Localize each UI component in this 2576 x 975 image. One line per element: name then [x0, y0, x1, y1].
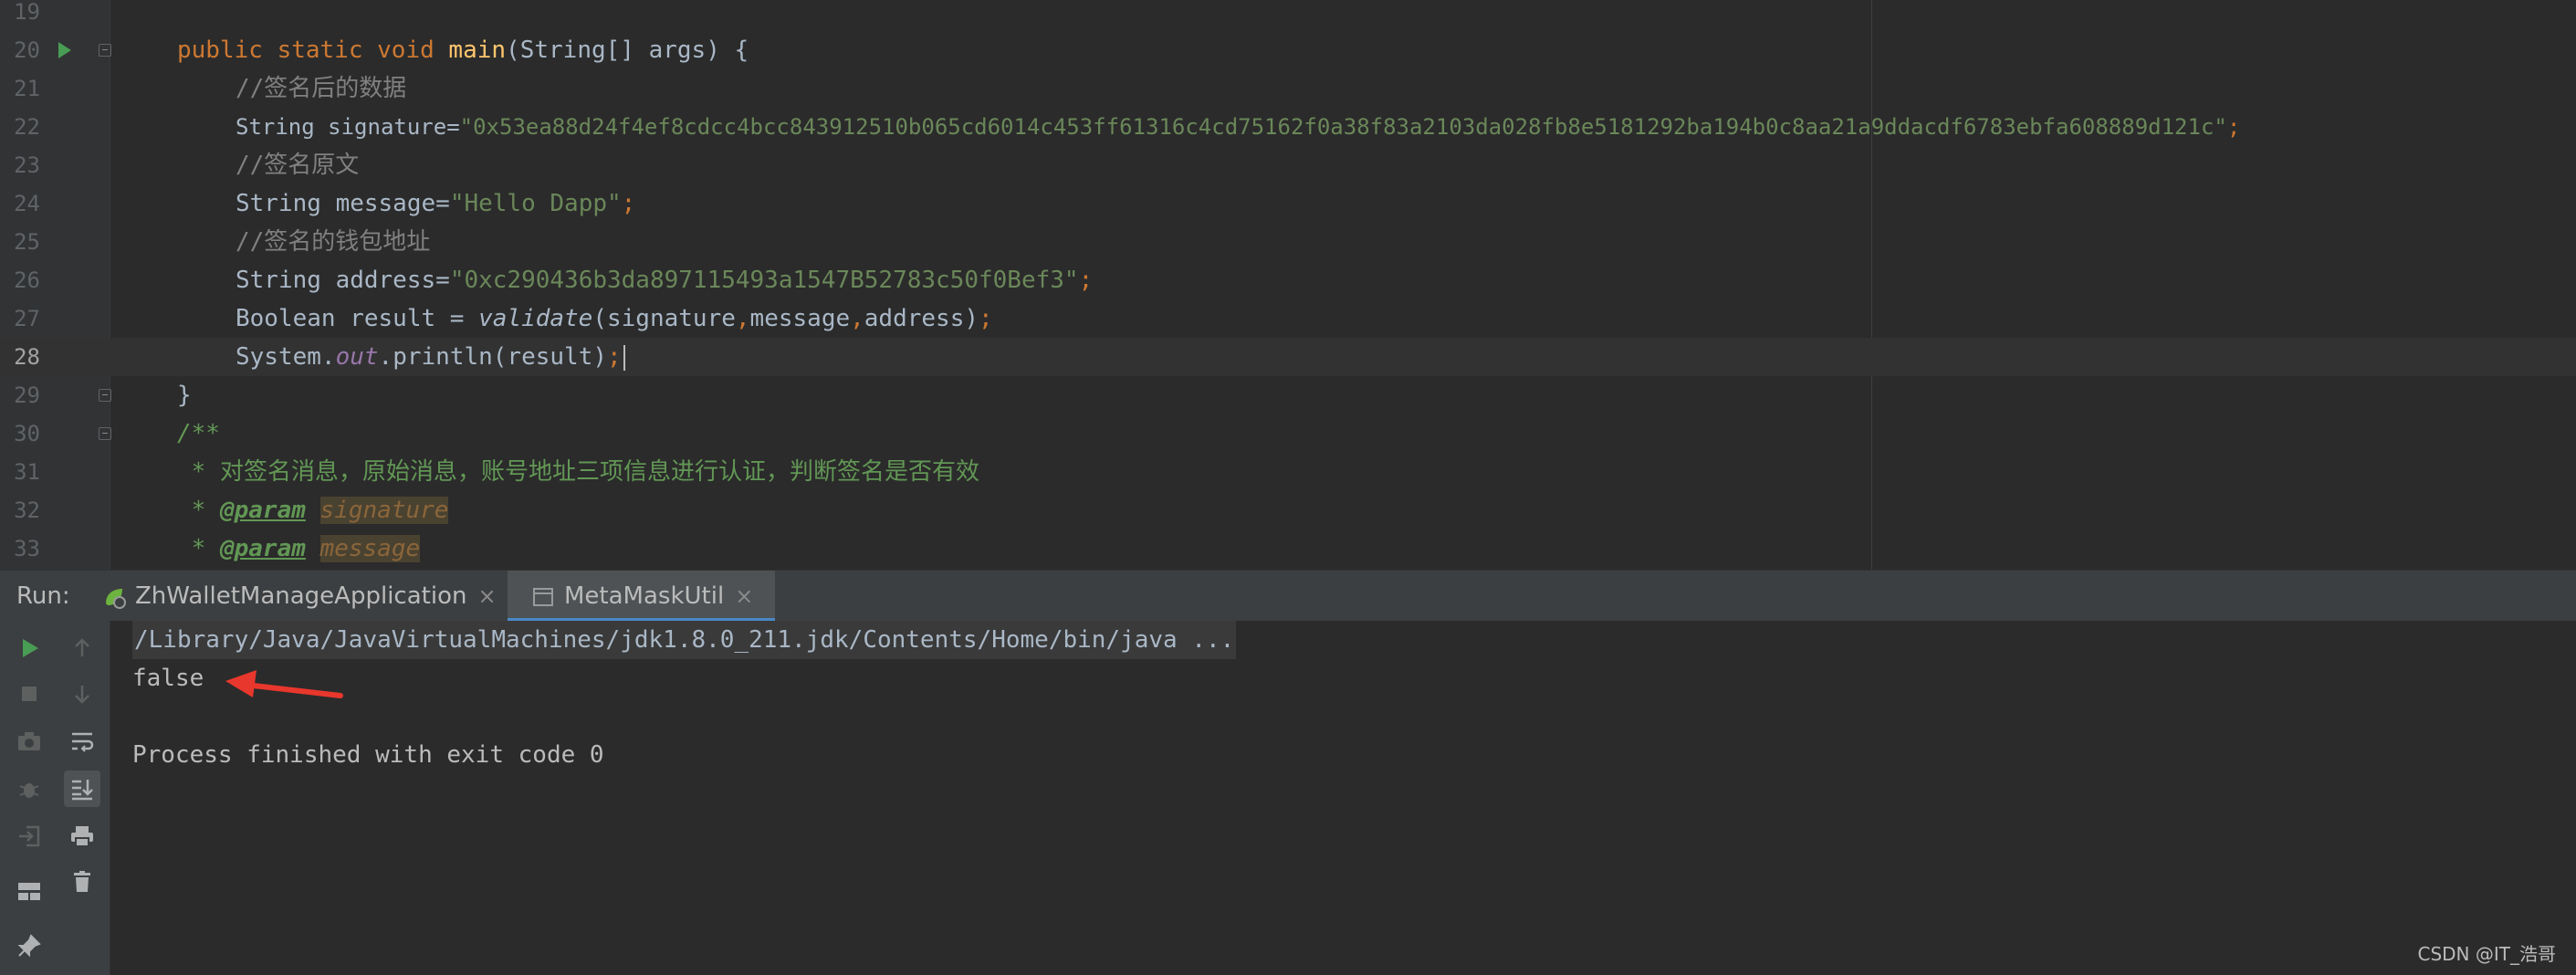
trash-icon[interactable]	[64, 864, 100, 900]
line-number: 21	[14, 76, 40, 101]
code-line-33[interactable]: 33 * @param message	[0, 529, 2576, 568]
down-arrow-icon[interactable]	[64, 676, 100, 712]
code-text: * 对签名消息，原始消息，账号地址三项信息进行认证，判断签名是否有效	[177, 458, 979, 486]
line-number: 19	[14, 0, 40, 25]
import-icon[interactable]	[11, 818, 47, 854]
run-gutter-icon[interactable]	[58, 42, 71, 58]
code-line-29[interactable]: 29 }	[0, 376, 2576, 414]
code-text: Boolean result = validate(signature,mess…	[236, 305, 993, 332]
console-output-false: false	[132, 665, 204, 692]
line-number: 22	[14, 114, 40, 140]
code-text: //签名原文	[236, 152, 360, 179]
code-line-27[interactable]: 27 Boolean result = validate(signature,m…	[0, 299, 2576, 338]
camera-icon[interactable]	[11, 723, 47, 760]
layout-icon[interactable]	[11, 873, 47, 909]
console-exit-message: Process finished with exit code 0	[132, 741, 604, 769]
code-text: public static void main(String[] args) {	[177, 37, 749, 64]
line-number: 30	[14, 421, 40, 446]
code-text: /**	[177, 420, 220, 447]
text-caret	[623, 344, 625, 371]
pin-icon[interactable]	[11, 928, 47, 964]
code-text: * @param message	[177, 535, 421, 562]
close-icon[interactable]: ×	[477, 583, 496, 609]
fold-icon[interactable]	[99, 44, 111, 57]
code-line-20[interactable]: 20 public static void main(String[] args…	[0, 31, 2576, 69]
close-icon[interactable]: ×	[735, 583, 753, 609]
line-number: 25	[14, 229, 40, 255]
line-number: 23	[14, 152, 40, 178]
line-number: 32	[14, 498, 40, 523]
code-editor[interactable]: 19 20 public static void main(String[] a…	[0, 0, 2576, 570]
print-icon[interactable]	[64, 818, 100, 854]
tab-metamaskutil[interactable]: MetaMaskUtil ×	[508, 571, 776, 622]
code-line-32[interactable]: 32 * @param signature	[0, 491, 2576, 529]
watermark: CSDN @IT_浩哥	[2417, 943, 2557, 965]
code-line-23[interactable]: 23 //签名原文	[0, 146, 2576, 184]
console-icon	[533, 587, 553, 606]
line-number: 27	[14, 306, 40, 331]
code-text: //签名的钱包地址	[236, 228, 431, 256]
tab-label: MetaMaskUtil	[564, 582, 725, 610]
red-arrow-annotation	[225, 670, 343, 698]
console-output[interactable]: /Library/Java/JavaVirtualMachines/jdk1.8…	[110, 621, 2576, 975]
code-line-26[interactable]: 26 String address="0xc290436b3da89711549…	[0, 261, 2576, 299]
run-label: Run:	[16, 582, 70, 610]
rerun-icon[interactable]	[11, 630, 47, 666]
code-text: //签名后的数据	[236, 75, 407, 102]
code-text: String address="0xc290436b3da897115493a1…	[236, 267, 1094, 294]
line-number: 24	[14, 191, 40, 216]
code-line-19[interactable]: 19	[0, 0, 2576, 31]
code-line-24[interactable]: 24 String message="Hello Dapp";	[0, 184, 2576, 223]
line-number: 29	[14, 383, 40, 408]
line-number: 28	[14, 344, 40, 370]
code-text: * @param signature	[177, 497, 449, 524]
up-arrow-icon[interactable]	[64, 630, 100, 666]
fold-icon[interactable]	[99, 389, 111, 402]
tab-zhwalletmanageapplication[interactable]: ZhWalletManageApplication ×	[102, 571, 497, 622]
tab-label: ZhWalletManageApplication	[135, 582, 467, 610]
code-line-28-current[interactable]: 28 System.out.println(result);	[0, 338, 2576, 376]
debug-bug-icon[interactable]	[11, 771, 47, 807]
code-text: System.out.println(result);	[236, 338, 625, 376]
run-tool-window-header: Run: ZhWalletManageApplication × MetaMask…	[0, 570, 2576, 623]
line-number: 26	[14, 267, 40, 293]
code-text: }	[177, 382, 192, 409]
fold-icon[interactable]	[99, 427, 111, 440]
stop-icon[interactable]	[11, 676, 47, 712]
code-text: String message="Hello Dapp";	[236, 190, 636, 217]
run-tool-sidebar	[0, 621, 110, 975]
spring-boot-icon	[106, 588, 126, 609]
line-number: 20	[14, 37, 40, 63]
soft-wrap-icon[interactable]	[64, 723, 100, 760]
code-line-25[interactable]: 25 //签名的钱包地址	[0, 223, 2576, 261]
code-line-30[interactable]: 30 /**	[0, 414, 2576, 453]
code-line-22[interactable]: 22 String signature="0x53ea88d24f4ef8cdc…	[0, 108, 2576, 146]
line-number: 33	[14, 536, 40, 561]
code-text: String signature="0x53ea88d24f4ef8cdcc4b…	[236, 114, 2241, 140]
line-number: 31	[14, 459, 40, 485]
code-line-31[interactable]: 31 * 对签名消息，原始消息，账号地址三项信息进行认证，判断签名是否有效	[0, 453, 2576, 491]
console-command-line: /Library/Java/JavaVirtualMachines/jdk1.8…	[132, 621, 1237, 659]
code-line-21[interactable]: 21 //签名后的数据	[0, 69, 2576, 108]
scroll-to-end-icon[interactable]	[64, 771, 100, 807]
